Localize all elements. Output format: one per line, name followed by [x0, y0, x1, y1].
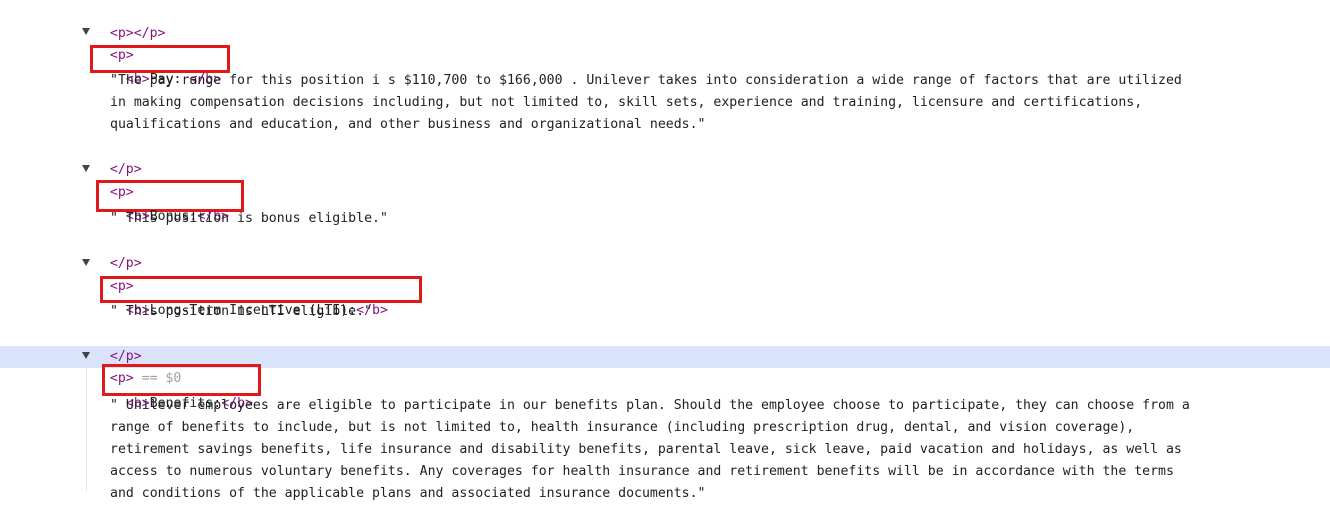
dom-node-b-benefits[interactable]: <b>Benefits:</b> — [110, 371, 253, 411]
tag-close: </p> — [133, 26, 166, 41]
dom-node-b-lti[interactable]: <b>Long-Term Incentive (LTI):</b> — [110, 278, 388, 318]
text-node-benefits-4[interactable]: access to numerous voluntary benefits. A… — [110, 461, 1174, 483]
text-node-bonus[interactable]: " This position is bonus eligible." — [110, 208, 388, 230]
dom-node-p-lti[interactable]: <p> — [94, 254, 134, 294]
dom-node-p-bonus[interactable]: <p> — [94, 160, 134, 200]
expand-triangle-icon[interactable] — [82, 28, 90, 35]
text-node-benefits-2[interactable]: range of benefits to include, but is not… — [110, 417, 1134, 439]
dom-node-b-bonus[interactable]: <b>Bonus:</b> — [110, 184, 229, 224]
dom-node-b-pay[interactable]: <b>Pay: </b> — [110, 47, 221, 87]
text-node-lti[interactable]: " This position is LTI eligible." — [110, 301, 372, 323]
text-node-benefits-1[interactable]: " Unilever employees are eligible to par… — [110, 395, 1190, 417]
dom-node-p-pay[interactable]: <p> — [94, 23, 134, 63]
dom-node-empty-p[interactable]: <p></p> — [94, 1, 166, 41]
dom-node-p-close[interactable]: </p> — [94, 231, 142, 271]
expand-triangle-icon[interactable] — [82, 165, 90, 172]
dom-node-p-close[interactable]: </p> — [94, 137, 142, 177]
expand-triangle-icon[interactable] — [82, 259, 90, 266]
indent-guide — [86, 368, 87, 491]
dom-node-p-close[interactable]: </p> — [94, 324, 142, 364]
text-node-pay-2[interactable]: in making compensation decisions includi… — [110, 92, 1142, 114]
text-node-benefits-3[interactable]: retirement savings benefits, life insura… — [110, 439, 1182, 461]
text-node-pay-1[interactable]: "The pay range for this position i s $11… — [110, 70, 1182, 92]
text-node-benefits-5[interactable]: and conditions of the applicable plans a… — [110, 483, 705, 505]
text-node-pay-3[interactable]: qualifications and education, and other … — [110, 114, 705, 136]
expand-triangle-icon[interactable] — [82, 352, 90, 359]
